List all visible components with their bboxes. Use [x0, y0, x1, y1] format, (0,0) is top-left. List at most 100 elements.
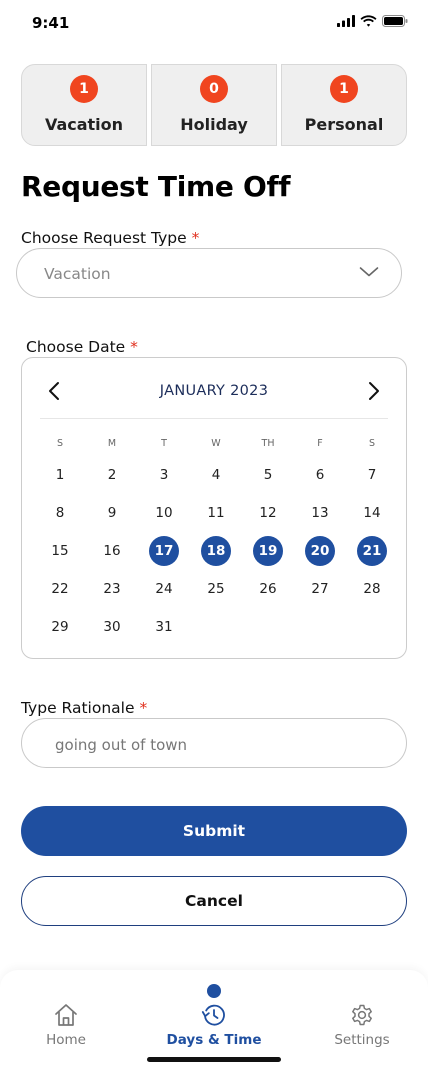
summary-card-holiday[interactable]: 0 Holiday — [151, 64, 277, 146]
chevron-right-icon[interactable] — [362, 380, 384, 402]
status-bar: 9:41 — [0, 0, 428, 46]
calendar-day-number: 12 — [259, 505, 277, 521]
calendar-day-number: 28 — [363, 581, 381, 597]
calendar-day[interactable]: 15 — [34, 532, 86, 570]
weekday-label: S — [56, 437, 64, 449]
request-type-label-text: Choose Request Type — [21, 229, 187, 247]
calendar-day[interactable]: 12 — [242, 494, 294, 532]
calendar-day[interactable]: 8 — [34, 494, 86, 532]
choose-date-label-text: Choose Date — [26, 338, 126, 356]
weekday-label: S — [368, 437, 376, 449]
calendar-day-number: 30 — [103, 619, 121, 635]
calendar-day-selected[interactable]: 18 — [190, 532, 242, 570]
calendar-day-selected[interactable]: 21 — [346, 532, 398, 570]
summary-label: Vacation — [44, 115, 124, 134]
calendar-day[interactable]: 13 — [294, 494, 346, 532]
calendar-day[interactable]: 30 — [86, 608, 138, 646]
calendar-day[interactable]: 16 — [86, 532, 138, 570]
calendar-day[interactable]: 1 — [34, 456, 86, 494]
calendar-day-number: 15 — [51, 543, 69, 559]
rationale-value: going out of town — [55, 736, 188, 754]
summary-label: Personal — [304, 115, 384, 134]
home-icon — [55, 1004, 77, 1026]
calendar-day-number: 13 — [311, 505, 329, 521]
calendar-day[interactable]: 4 — [190, 456, 242, 494]
calendar-day-selected[interactable]: 19 — [242, 532, 294, 570]
calendar-day[interactable]: 22 — [34, 570, 86, 608]
calendar-day-number: 16 — [103, 543, 121, 559]
request-type-label: Choose Request Type * — [21, 229, 199, 247]
calendar-day[interactable]: 23 — [86, 570, 138, 608]
calendar-day[interactable]: 26 — [242, 570, 294, 608]
calendar-month: JANUARY 2023 — [159, 383, 269, 399]
calendar-day[interactable]: 29 — [34, 608, 86, 646]
calendar-day[interactable]: 11 — [190, 494, 242, 532]
calendar-day[interactable]: 25 — [190, 570, 242, 608]
chevron-down-icon — [359, 267, 379, 277]
calendar-day-number: 26 — [259, 581, 277, 597]
calendar-day[interactable]: 24 — [138, 570, 190, 608]
calendar-day-number: 14 — [363, 505, 381, 521]
summary-card-personal[interactable]: 1 Personal — [281, 64, 407, 146]
tab-days-and-time[interactable]: Days & Time — [144, 970, 284, 1070]
weekday-label: W — [211, 437, 221, 449]
calendar-day-number: 20 — [305, 536, 335, 566]
calendar-day-selected[interactable]: 20 — [294, 532, 346, 570]
status-time: 9:41 — [32, 14, 70, 32]
calendar-day-number: 8 — [55, 505, 65, 521]
count-badge: 1 — [330, 75, 358, 103]
calendar-day-number: 27 — [311, 581, 329, 597]
weekday-label: T — [161, 437, 167, 449]
calendar-day[interactable]: 9 — [86, 494, 138, 532]
weekday-label: M — [107, 437, 117, 449]
calendar-day[interactable]: 27 — [294, 570, 346, 608]
tab-settings[interactable]: Settings — [292, 970, 428, 1070]
calendar-day-number: 3 — [159, 467, 169, 483]
summary-label: Holiday — [180, 115, 248, 134]
calendar-day-number: 23 — [103, 581, 121, 597]
choose-date-label: Choose Date * — [26, 338, 138, 356]
calendar-day[interactable]: 6 — [294, 456, 346, 494]
calendar-day[interactable]: 31 — [138, 608, 190, 646]
calendar-day-number: 19 — [253, 536, 283, 566]
calendar-day-number: 4 — [211, 467, 221, 483]
count-badge: 1 — [70, 75, 98, 103]
calendar-day-number: 18 — [201, 536, 231, 566]
calendar-day-number: 25 — [207, 581, 225, 597]
calendar-grid: S M T W TH F S 1 2 3 4 5 6 7 8 9 10 11 12 13 14 15 16 17 18 19 20 2… — [34, 430, 398, 646]
calendar-day[interactable]: 2 — [86, 456, 138, 494]
calendar-day-number: 22 — [51, 581, 69, 597]
request-type-select[interactable]: Vacation — [16, 248, 402, 298]
time-off-summary: 1 Vacation 0 Holiday 1 Personal — [21, 64, 407, 146]
battery-icon — [382, 15, 408, 27]
tab-bar: Home Days & Time Settings — [0, 970, 428, 1070]
cancel-button[interactable]: Cancel — [21, 876, 407, 926]
rationale-input[interactable]: going out of town — [21, 718, 407, 768]
tab-home[interactable]: Home — [0, 970, 136, 1070]
calendar-day[interactable]: 3 — [138, 456, 190, 494]
submit-button[interactable]: Submit — [21, 806, 407, 856]
gear-icon — [352, 1004, 372, 1026]
cellular-signal-icon — [337, 15, 355, 27]
calendar-day-number: 2 — [107, 467, 117, 483]
date-calendar: JANUARY 2023 S M T W TH F S 1 2 3 4 5 6 7 8 9 10 11 12 13 14… — [21, 357, 407, 659]
rationale-label: Type Rationale * — [21, 699, 147, 717]
calendar-day[interactable]: 14 — [346, 494, 398, 532]
summary-card-vacation[interactable]: 1 Vacation — [21, 64, 147, 146]
calendar-day-selected[interactable]: 17 — [138, 532, 190, 570]
request-type-value: Vacation — [44, 265, 111, 283]
home-indicator — [147, 1057, 281, 1062]
calendar-day-number: 24 — [155, 581, 173, 597]
status-icons — [337, 15, 408, 27]
calendar-day-number: 31 — [155, 619, 173, 635]
calendar-day-number: 10 — [155, 505, 173, 521]
calendar-day[interactable]: 28 — [346, 570, 398, 608]
page-title: Request Time Off — [21, 170, 291, 203]
required-marker: * — [191, 229, 200, 247]
calendar-day[interactable]: 5 — [242, 456, 294, 494]
calendar-day[interactable]: 10 — [138, 494, 190, 532]
active-tab-indicator — [207, 984, 221, 998]
tab-label: Home — [46, 1032, 86, 1048]
calendar-day[interactable]: 7 — [346, 456, 398, 494]
calendar-day-number: 1 — [55, 467, 65, 483]
